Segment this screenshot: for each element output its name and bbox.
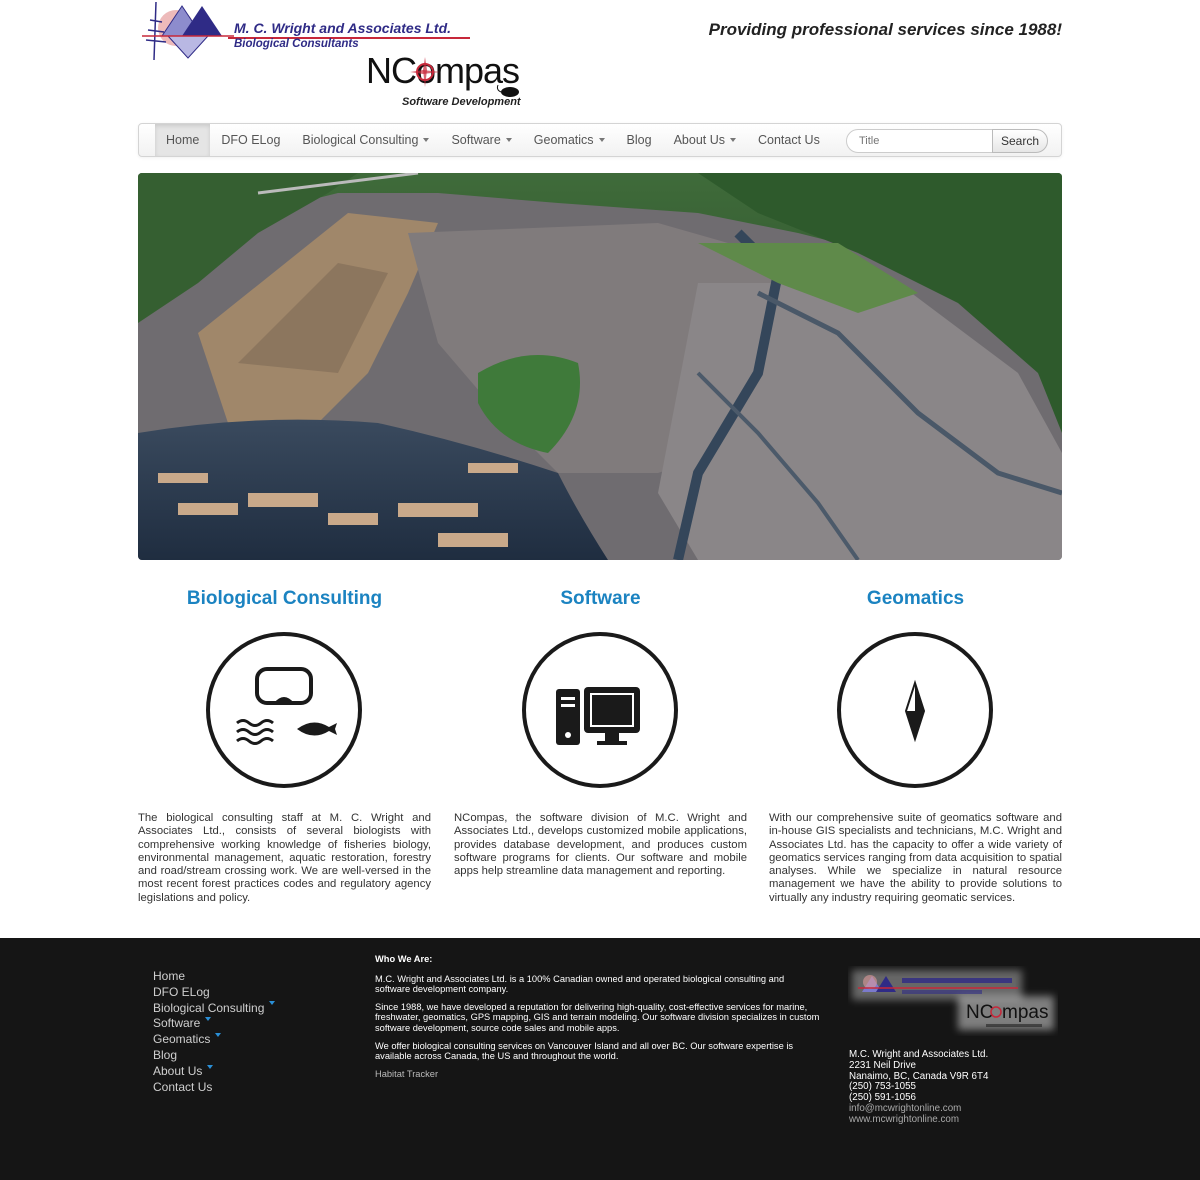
caret-down-icon: [505, 138, 512, 142]
nav-item-label: Home: [166, 133, 200, 147]
footer-nav-label: Home: [153, 969, 186, 983]
caret-down-icon: [207, 1064, 214, 1069]
hero-aerial-image: [138, 173, 1062, 560]
contact-address: M.C. Wright and Associates Ltd. 2231 Nei…: [849, 1049, 988, 1126]
nav-item-label: Contact Us: [758, 133, 820, 147]
diving-mask-fish-icon[interactable]: [205, 631, 363, 789]
compass-rose-icon: [410, 57, 440, 87]
website-link[interactable]: www.mcwrightonline.com: [849, 1114, 988, 1126]
footer-nav-item-geomatics[interactable]: Geomatics: [153, 1032, 275, 1048]
caret-down-icon: [269, 1001, 276, 1006]
company-subtitle: Biological Consultants: [234, 38, 359, 50]
nav-item-label: Blog: [626, 133, 652, 147]
footer-nav-label: Geomatics: [153, 1032, 211, 1047]
nav-item-about-us[interactable]: About Us: [663, 124, 747, 156]
nav-item-home[interactable]: Home: [155, 124, 211, 156]
search-button[interactable]: Search: [992, 129, 1048, 153]
nav-item-contact-us[interactable]: Contact Us: [747, 124, 831, 156]
caret-down-icon: [598, 138, 605, 142]
feature-biological-consulting: Biological Consulting The biological con…: [138, 588, 431, 904]
compass-needle-icon[interactable]: [836, 631, 994, 789]
nav-item-label: Geomatics: [533, 133, 594, 147]
caret-down-icon: [215, 1033, 222, 1038]
company-name: M. C. Wright and Associates Ltd.: [234, 20, 452, 36]
footer-nav-item-software[interactable]: Software: [153, 1016, 275, 1032]
nav-menu: Home DFO ELog Biological Consulting Softwar…: [155, 124, 831, 156]
site-header: M. C. Wright and Associates Ltd. Biologi…: [138, 0, 1062, 115]
who-paragraph: Since 1988, we have developed a reputati…: [375, 1001, 820, 1033]
who-heading: Who We Are:: [375, 954, 433, 964]
footer-nav-label: About Us: [153, 1063, 203, 1078]
footer-nav-item-about-us[interactable]: About Us: [153, 1064, 275, 1080]
search-input[interactable]: [846, 129, 993, 153]
tagline: Providing professional services since 19…: [708, 20, 1062, 39]
ncompas-logo[interactable]: NCompas Software Development: [366, 50, 546, 112]
habitat-tracker-link[interactable]: Habitat Tracker: [375, 1069, 820, 1080]
who-paragraph: M.C. Wright and Associates Ltd. is a 100…: [375, 973, 785, 995]
nav-item-blog[interactable]: Blog: [616, 124, 663, 156]
footer-nav-item-biological-consulting[interactable]: Biological Consulting: [153, 1000, 276, 1017]
footer-nav-item-blog[interactable]: Blog: [153, 1048, 275, 1064]
ncompas-subtitle: Software Development: [402, 96, 521, 108]
aerial-estuary-photo: [138, 173, 1062, 560]
caret-down-icon: [423, 138, 430, 142]
feature-title[interactable]: Biological Consulting: [138, 588, 431, 614]
feature-title[interactable]: Geomatics: [769, 588, 1062, 614]
nav-item-geomatics[interactable]: Geomatics: [523, 124, 616, 156]
nav-item-label: About Us: [673, 133, 725, 147]
caret-down-icon: [205, 1017, 212, 1022]
feature-software: Software NCompas, the software division …: [454, 588, 747, 877]
nav-item-label: DFO ELog: [221, 133, 281, 147]
nav-item-label: Software: [451, 133, 501, 147]
main-navbar: Home DFO ELog Biological Consulting Softwar…: [138, 123, 1062, 157]
who-we-are-section: Who We Are: M.C. Wright and Associates L…: [375, 954, 820, 1079]
caret-down-icon: [730, 138, 736, 142]
footer-nav: Home DFO ELog Biological Consulting Softwar…: [153, 969, 276, 1096]
address-street: 2231 Neil Drive: [849, 1059, 916, 1071]
nav-item-biological-consulting[interactable]: Biological Consulting: [291, 124, 440, 156]
footer-nav-label: Blog: [153, 1047, 178, 1062]
footer-nav-label: Contact Us: [153, 1079, 213, 1094]
who-paragraph: We offer biological consulting services …: [375, 1040, 794, 1062]
mountain-logo-icon: [142, 1, 234, 61]
svg-text:mpas: mpas: [1002, 1002, 1048, 1023]
nav-item-label: Biological Consulting: [302, 133, 419, 147]
feature-description: NCompas, the software division of M.C. W…: [454, 812, 747, 878]
footer-nav-label: Software: [153, 1016, 201, 1031]
computer-icon[interactable]: [521, 631, 679, 789]
svg-text:NC: NC: [966, 1002, 993, 1023]
feature-description: The biological consulting staff at M. C.…: [138, 812, 431, 904]
feature-title[interactable]: Software: [454, 588, 747, 614]
footer-nav-item-home[interactable]: Home: [153, 969, 275, 985]
feature-description: With our comprehensive suite of geomatic…: [769, 812, 1062, 904]
feature-geomatics: Geomatics With our comprehensive suite o…: [769, 588, 1062, 904]
footer-logo-graphic: NC mpas: [852, 970, 1054, 1030]
nav-item-software[interactable]: Software: [440, 124, 522, 156]
nav-item-dfo-elog[interactable]: DFO ELog: [210, 124, 291, 156]
footer-nav-item-contact-us[interactable]: Contact Us: [153, 1080, 275, 1096]
footer-nav-item-dfo-elog[interactable]: DFO ELog: [153, 985, 275, 1001]
footer-nav-label: Biological Consulting: [153, 1000, 265, 1015]
footer-logo: NC mpas: [848, 966, 1058, 1036]
footer-nav-label: DFO ELog: [153, 984, 210, 999]
site-footer: Home DFO ELog Biological Consulting Softwar…: [0, 938, 1200, 1180]
